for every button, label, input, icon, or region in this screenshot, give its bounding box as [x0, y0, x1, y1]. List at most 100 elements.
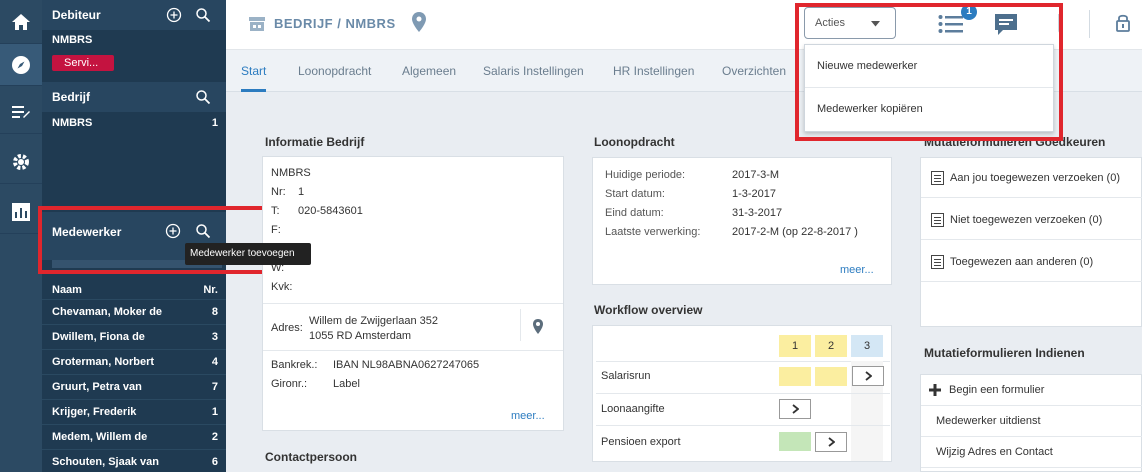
map-pin-icon[interactable]	[532, 318, 544, 335]
request-unassigned[interactable]: Niet toegewezen verzoeken (0)	[921, 200, 1142, 240]
chevron-right-icon[interactable]	[779, 399, 811, 419]
status-cell	[779, 432, 811, 451]
tab-algemeen[interactable]: Algemeen	[402, 50, 456, 92]
employee-row[interactable]: Chevaman, Moker de 8	[42, 299, 226, 324]
address-line1: Willem de Zwijgerlaan 352	[309, 315, 438, 327]
period-value: 2017-3-M	[732, 169, 780, 181]
period-label: Huidige periode:	[605, 169, 686, 181]
tab-loonopdracht[interactable]: Loonopdracht	[298, 50, 371, 92]
document-icon	[931, 212, 944, 227]
fax-label: F:	[271, 224, 281, 236]
tab-start[interactable]: Start	[241, 50, 267, 92]
document-icon	[931, 170, 944, 185]
employee-nr: 1	[211, 406, 218, 418]
tooltip: Medewerker toevoegen	[185, 243, 311, 265]
start-label: Start datum:	[605, 188, 665, 200]
bank-value: IBAN NL98ABNA0627247065	[333, 359, 480, 371]
chevron-right-icon[interactable]	[815, 432, 847, 452]
plus-icon	[929, 384, 941, 396]
form-change-address[interactable]: Wijzig Adres en Contact	[921, 437, 1142, 468]
document-icon	[931, 254, 944, 269]
gear-icon[interactable]	[0, 140, 42, 184]
divider	[596, 361, 890, 362]
home-icon[interactable]	[0, 0, 42, 44]
lock-icon[interactable]	[1116, 12, 1130, 32]
status-cell	[815, 367, 847, 386]
breadcrumb[interactable]: BEDRIJF / NMBRS	[274, 16, 396, 31]
mutatie-goedkeuren-card: Aan jou toegewezen verzoeken (0) Niet to…	[920, 157, 1142, 327]
form-label: Wijzig Adres en Contact	[936, 446, 1053, 458]
divider	[263, 350, 563, 351]
highlight-box	[795, 3, 1063, 141]
giro-label: Gironr.:	[271, 378, 308, 390]
info-more-link[interactable]: meer...	[511, 410, 545, 422]
mutatie-indienen-card: Begin een formulier Medewerker uitdienst…	[920, 374, 1142, 472]
request-label: Toegewezen aan anderen (0)	[950, 255, 1094, 268]
request-assigned-to-you[interactable]: Aan jou toegewezen verzoeken (0)	[921, 158, 1142, 198]
company-name: NMBRS	[271, 167, 311, 179]
search-icon[interactable]	[195, 7, 211, 23]
end-value: 31-3-2017	[732, 207, 783, 219]
employee-name: Dwillem, Fiona de	[52, 331, 145, 343]
begin-form-label: Begin een formulier	[949, 384, 1045, 396]
employee-nr: 8	[211, 306, 218, 318]
contactpersoon-title: Contactpersoon	[265, 450, 358, 464]
divider	[520, 309, 521, 341]
nr-label: Nr:	[271, 186, 286, 198]
workflow-title: Workflow overview	[594, 303, 703, 317]
employee-name: Groterman, Norbert	[52, 356, 155, 368]
employee-row[interactable]: Krijger, Frederik 1	[42, 399, 226, 424]
employee-nr: 4	[211, 356, 218, 368]
bedrijf-name[interactable]: NMBRS	[52, 117, 92, 129]
building-icon	[249, 17, 265, 31]
tab-hr-instellingen[interactable]: HR Instellingen	[613, 50, 694, 92]
divider	[596, 393, 890, 394]
employee-name: Gruurt, Petra van	[52, 381, 142, 393]
employee-row[interactable]: Medem, Willem de 2	[42, 424, 226, 449]
start-value: 1-3-2017	[732, 188, 777, 200]
employee-table-header: Naam Nr.	[42, 280, 226, 300]
employee-nr: 6	[211, 456, 218, 468]
employee-nr: 7	[211, 381, 218, 393]
tab-overzichten[interactable]: Overzichten	[722, 50, 786, 92]
last-run-label: Laatste verwerking:	[605, 226, 701, 238]
bedrijf-header: Bedrijf	[42, 82, 226, 112]
debiteur-header: Debiteur	[42, 0, 226, 30]
begin-form-button[interactable]: Begin een formulier	[921, 375, 1142, 406]
form-employee-out[interactable]: Medewerker uitdienst	[921, 406, 1142, 437]
employee-row[interactable]: Gruurt, Petra van 7	[42, 374, 226, 399]
search-icon[interactable]	[195, 89, 211, 105]
employee-name: Krijger, Frederik	[52, 406, 137, 418]
info-bedrijf-card: NMBRS Nr: 1 T: 020-5843601 F: E: W: Kvk:…	[262, 156, 564, 431]
service-badge[interactable]: Servi...	[52, 55, 114, 71]
col-header-3: 3	[851, 335, 883, 357]
debiteur-name[interactable]: NMBRS	[52, 34, 92, 46]
list-edit-icon[interactable]	[0, 90, 42, 134]
divider	[596, 425, 890, 426]
kvk-label: Kvk:	[271, 281, 293, 293]
chart-icon[interactable]	[0, 190, 42, 234]
debiteur-title: Debiteur	[52, 8, 101, 22]
giro-value: Label	[333, 378, 360, 390]
location-pin-icon[interactable]	[411, 11, 427, 33]
request-assigned-others[interactable]: Toegewezen aan anderen (0)	[921, 242, 1142, 282]
chevron-right-icon[interactable]	[852, 366, 884, 386]
request-label: Aan jou toegewezen verzoeken (0)	[950, 171, 1120, 184]
employee-row[interactable]: Dwillem, Fiona de 3	[42, 324, 226, 349]
workflow-row-pensioen: Pensioen export	[601, 436, 681, 448]
status-cell	[779, 367, 811, 386]
employee-row[interactable]: Groterman, Norbert 4	[42, 349, 226, 374]
icon-rail	[0, 0, 42, 472]
tab-salaris-instellingen[interactable]: Salaris Instellingen	[483, 50, 584, 92]
loonopdracht-card: Huidige periode: 2017-3-M Start datum: 1…	[592, 157, 892, 285]
workflow-row-salarisrun: Salarisrun	[601, 370, 651, 382]
bedrijf-count: 1	[211, 117, 218, 129]
end-label: Eind datum:	[605, 207, 664, 219]
compass-icon[interactable]	[0, 44, 42, 86]
bedrijf-title: Bedrijf	[52, 90, 91, 104]
bank-label: Bankrek.:	[271, 359, 318, 371]
loon-more-link[interactable]: meer...	[840, 264, 874, 276]
employee-name: Chevaman, Moker de	[52, 306, 163, 318]
employee-row[interactable]: Schouten, Sjaak van 6	[42, 449, 226, 472]
add-icon[interactable]	[166, 7, 182, 23]
